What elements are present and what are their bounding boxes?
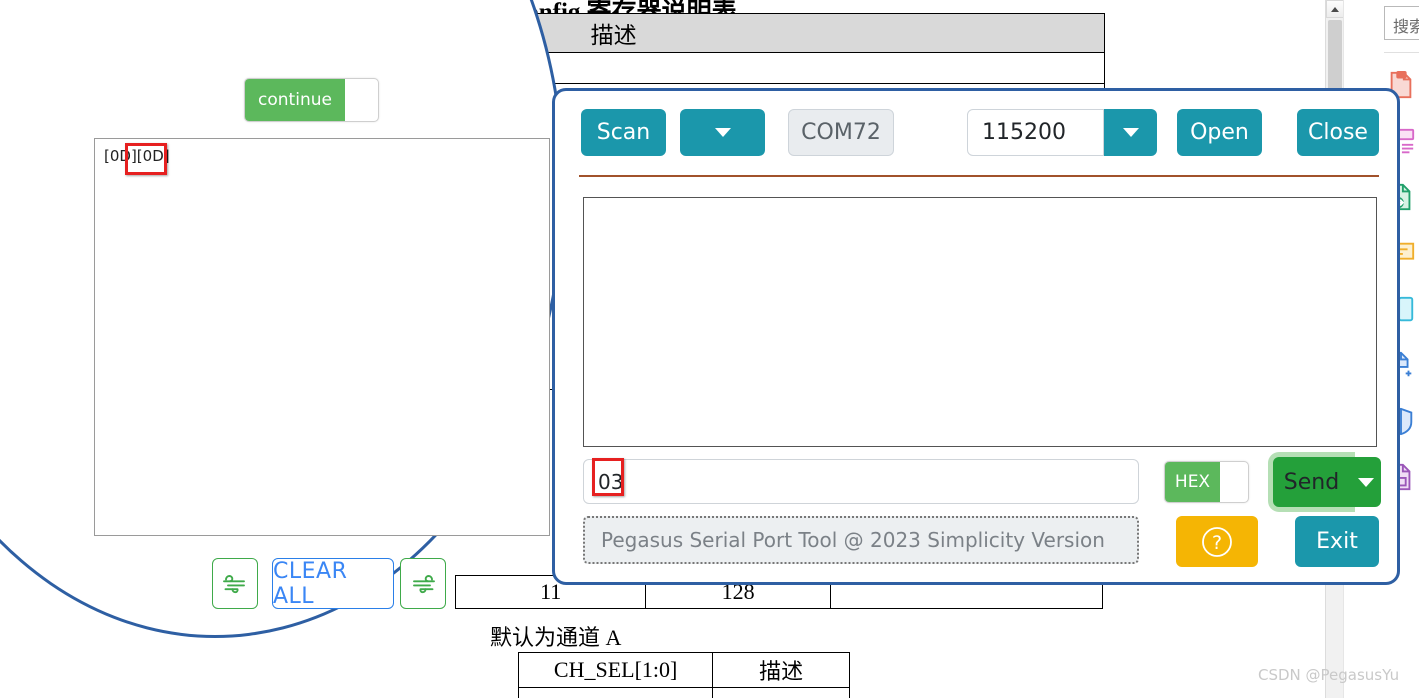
continue-toggle-label: continue [258,90,332,110]
send-input[interactable]: 03 [583,459,1139,504]
cell-desc [712,687,850,698]
clear-receive-button[interactable] [212,558,258,609]
question-circle-icon: ? [1202,526,1232,557]
screenshot-root: 表11 Config 寄存器说明表 Bits 描述 [7] - [6] 默认为 … [0,0,1419,698]
dialog-toolbar: Scan COM72 115200 Open Close [555,91,1397,169]
rail-divider [1384,52,1419,53]
toolbar-divider [579,175,1379,177]
watermark: CSDN @PegasusYu [1258,666,1400,684]
hex-toggle[interactable]: HEX [1164,461,1249,503]
chevron-down-icon [1122,128,1139,137]
open-button[interactable]: Open [1177,109,1262,156]
help-button[interactable]: ? [1176,516,1258,567]
wind-clear-left-icon [223,574,245,593]
scan-button[interactable]: Scan [581,109,666,156]
red-highlight-box-receive [125,143,167,175]
continue-toggle[interactable]: continue [244,78,379,122]
status-bar: Pegasus Serial Port Tool @ 2023 Simplici… [583,516,1139,564]
send-button[interactable]: Send [1273,457,1350,507]
exit-button[interactable]: Exit [1295,516,1379,567]
svg-text:?: ? [1212,532,1222,554]
clear-all-button[interactable]: CLEAR ALL [272,558,394,609]
wind-clear-right-icon [413,574,435,593]
clear-send-button[interactable] [400,558,446,609]
search-input[interactable]: 搜索 [1384,6,1419,40]
port-dropdown-button[interactable] [680,109,765,156]
hex-toggle-track: HEX [1165,462,1220,502]
receive-textarea-magnified[interactable]: [0D][0D] [94,138,550,536]
receive-textarea[interactable] [583,197,1377,447]
baudrate-input[interactable]: 115200 [967,109,1104,156]
hex-toggle-label: HEX [1174,472,1211,492]
chevron-down-icon [1357,477,1374,487]
serial-port-tool-dialog: Scan COM72 115200 Open Close 03 HEX Send… [552,88,1400,585]
magnified-content: continue [0D][0D] CLEAR ALL [0,0,600,698]
send-dropdown-button[interactable] [1350,457,1381,507]
scroll-up-arrow-icon[interactable] [1326,0,1344,18]
baudrate-dropdown-button[interactable] [1104,109,1157,156]
continue-toggle-track: continue [245,79,345,121]
chevron-down-icon [714,128,731,137]
cell-desc: 描述 [712,652,850,688]
port-value-field[interactable]: COM72 [788,109,894,156]
close-button[interactable]: Close [1297,109,1379,156]
red-highlight-box-send [592,458,624,496]
